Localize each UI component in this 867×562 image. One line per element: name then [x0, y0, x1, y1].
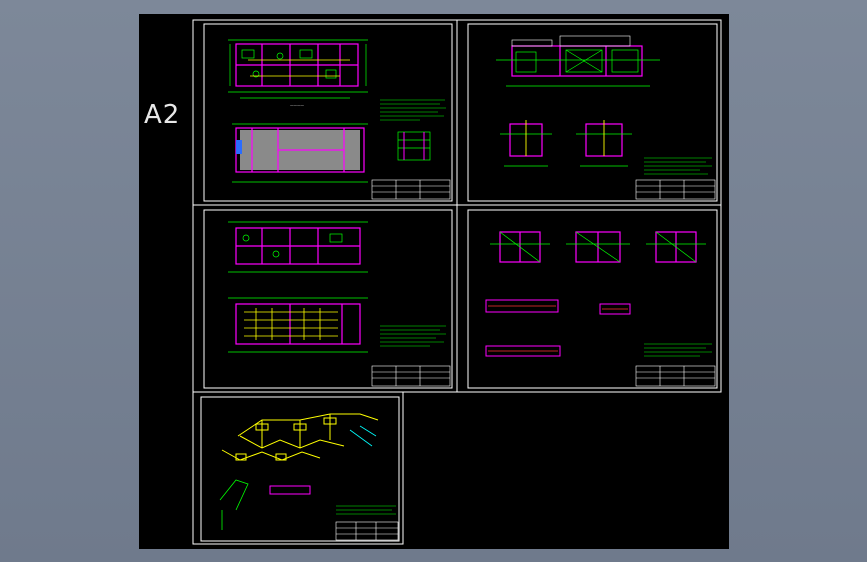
- sheet-frames: [192, 19, 722, 545]
- sheet-2-inner: [467, 23, 718, 202]
- sheet-3-content: [228, 221, 451, 387]
- sheet-1-content: ————: [228, 39, 451, 200]
- sheet-3-inner: [203, 209, 453, 389]
- sheet-5-frame: [192, 391, 404, 545]
- sheet-5-inner: [200, 396, 400, 542]
- sheet-4-inner: [467, 209, 718, 389]
- sheet-3-frame: [192, 204, 458, 393]
- sheet-4-content: [485, 231, 716, 387]
- sheet-4-frame: [456, 204, 722, 393]
- sheet-5-content: [219, 413, 399, 541]
- sheet-2-content: [496, 35, 716, 200]
- sheet-1-inner: [203, 23, 453, 202]
- drawing-layer: ————: [192, 19, 722, 545]
- sheet-2-frame: [456, 19, 722, 206]
- sheet-1-frame: [192, 19, 458, 206]
- cad-viewport[interactable]: A2 ————: [0, 0, 867, 562]
- svg-text:————: ————: [290, 103, 305, 107]
